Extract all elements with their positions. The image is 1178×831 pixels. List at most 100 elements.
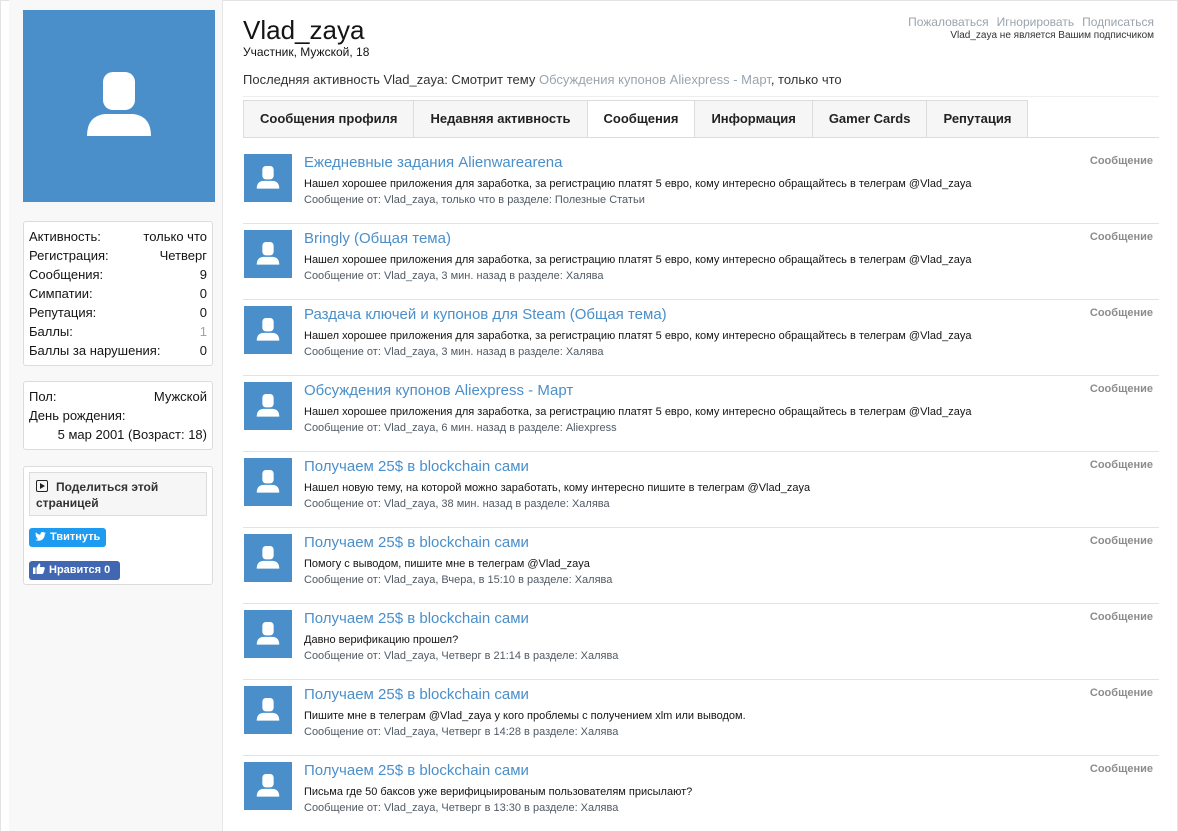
gender-row: Пол: Мужской bbox=[29, 387, 207, 406]
user-silhouette-icon bbox=[87, 72, 151, 136]
post-title[interactable]: Ежедневные задания Alienwarearena bbox=[304, 154, 562, 171]
post-list: Ежедневные задания Alienwarearena Нашел х… bbox=[243, 148, 1159, 831]
post-meta: Сообщение от: Vlad_zaya, Четверг в 13:30… bbox=[304, 802, 619, 814]
post-snippet: Нашел новую тему, на которой можно зараб… bbox=[304, 482, 811, 494]
divider bbox=[243, 96, 1159, 97]
post-title[interactable]: Получаем 25$ в blockchain сами bbox=[304, 610, 529, 627]
post-title[interactable]: Получаем 25$ в blockchain сами bbox=[304, 458, 529, 475]
follow-status: Vlad_zaya не является Вашим подписчиком bbox=[950, 30, 1154, 41]
birthday-value: 5 мар 2001 (Возраст: 18) bbox=[57, 427, 207, 442]
post-avatar[interactable] bbox=[244, 610, 292, 658]
profile-actions: Пожаловаться Игнорировать Подписаться Vlad… bbox=[900, 15, 1154, 41]
post-kind: Сообщение bbox=[1089, 459, 1153, 471]
profile-stats: Активность: только что Регистрация: Четверг… bbox=[23, 221, 213, 366]
post-item: Ежедневные задания Alienwarearena Нашел х… bbox=[243, 148, 1159, 224]
user-silhouette-icon bbox=[256, 622, 280, 645]
user-silhouette-icon bbox=[256, 394, 280, 417]
user-silhouette-icon bbox=[256, 470, 280, 493]
stat-row: Сообщения: 9 bbox=[29, 265, 207, 284]
stat-value[interactable]: 1 bbox=[200, 322, 207, 341]
post-avatar[interactable] bbox=[244, 230, 292, 278]
post-avatar[interactable] bbox=[244, 686, 292, 734]
post-snippet: Пишите мне в телеграм @Vlad_zaya у кого … bbox=[304, 710, 746, 722]
post-meta: Сообщение от: Vlad_zaya, Четверг в 14:28… bbox=[304, 726, 619, 738]
tweet-button[interactable]: Твитнуть bbox=[29, 528, 106, 547]
profile-tabs: Сообщения профиля Недавняя активность Сооб… bbox=[243, 100, 1029, 138]
post-kind: Сообщение bbox=[1089, 383, 1153, 395]
post-avatar[interactable] bbox=[244, 382, 292, 430]
user-silhouette-icon bbox=[256, 166, 280, 189]
post-item: Получаем 25$ в blockchain сами Нашел нову… bbox=[243, 452, 1159, 528]
activity-prefix: Последняя активность Vlad_zaya: Смотрит … bbox=[243, 72, 539, 87]
facebook-like-button[interactable]: Нравится 0 bbox=[29, 561, 120, 580]
user-silhouette-icon bbox=[256, 546, 280, 569]
post-meta: Сообщение от: Vlad_zaya, Четверг в 21:14… bbox=[304, 650, 619, 662]
thumbs-up-icon bbox=[33, 563, 45, 574]
post-kind: Сообщение bbox=[1089, 231, 1153, 243]
play-square-icon bbox=[36, 480, 48, 492]
post-snippet: Нашел хорошее приложения для заработка, … bbox=[304, 330, 972, 342]
like-label: Нравится 0 bbox=[49, 564, 111, 576]
stat-label: Баллы: bbox=[29, 324, 73, 339]
stat-label: Регистрация: bbox=[29, 248, 109, 263]
stat-label: Сообщения: bbox=[29, 267, 104, 282]
tweet-label: Твитнуть bbox=[50, 531, 101, 543]
stat-row: Активность: только что bbox=[29, 227, 207, 246]
post-kind: Сообщение bbox=[1089, 155, 1153, 167]
stat-value: 0 bbox=[199, 343, 207, 358]
tab-0[interactable]: Сообщения профиля bbox=[243, 100, 414, 138]
post-title[interactable]: Bringly (Общая тема) bbox=[304, 230, 451, 247]
post-kind: Сообщение bbox=[1089, 611, 1153, 623]
user-silhouette-icon bbox=[256, 698, 280, 721]
stat-label: Баллы за нарушения: bbox=[29, 343, 161, 358]
post-item: Раздача ключей и купонов для Steam (Обща… bbox=[243, 300, 1159, 376]
post-item: Получаем 25$ в blockchain сами Помогу с в… bbox=[243, 528, 1159, 604]
post-snippet: Нашел хорошее приложения для заработка, … bbox=[304, 254, 972, 266]
stat-row: Репутация: 0 bbox=[29, 303, 207, 322]
post-meta: Сообщение от: Vlad_zaya, 38 мин. назад в… bbox=[304, 498, 610, 510]
post-title[interactable]: Получаем 25$ в blockchain сами bbox=[304, 534, 529, 551]
stat-row: Баллы: 1 bbox=[29, 322, 207, 341]
profile-action-links: Пожаловаться Игнорировать Подписаться bbox=[900, 15, 1154, 29]
post-item: Получаем 25$ в blockchain сами Письма где… bbox=[243, 756, 1159, 831]
user-silhouette-icon bbox=[256, 318, 280, 341]
post-title[interactable]: Обсуждения купонов Aliexpress - Март bbox=[304, 382, 573, 399]
profile-action-link[interactable]: Пожаловаться bbox=[908, 15, 989, 29]
gender-label: Пол: bbox=[29, 389, 57, 404]
post-meta: Сообщение от: Vlad_zaya, 6 мин. назад в … bbox=[304, 422, 617, 434]
post-avatar[interactable] bbox=[244, 306, 292, 354]
post-snippet: Давно верификацию прошел? bbox=[304, 634, 459, 646]
activity-suffix: , только что bbox=[770, 72, 842, 87]
tab-3[interactable]: Информация bbox=[694, 100, 812, 138]
tab-2[interactable]: Сообщения bbox=[586, 100, 695, 138]
profile-action-link[interactable]: Подписаться bbox=[1082, 15, 1154, 29]
profile-username: Vlad_zaya bbox=[243, 15, 365, 45]
stat-row: Симпатии: 0 bbox=[29, 284, 207, 303]
post-snippet: Нашел хорошее приложения для заработка, … bbox=[304, 178, 972, 190]
stat-value: 0 bbox=[199, 305, 207, 320]
user-silhouette-icon bbox=[256, 774, 280, 797]
post-title[interactable]: Получаем 25$ в blockchain сами bbox=[304, 762, 529, 779]
stat-row: Баллы за нарушения: 0 bbox=[29, 341, 207, 360]
tabs-divider bbox=[243, 137, 1159, 138]
post-avatar[interactable] bbox=[244, 458, 292, 506]
post-title[interactable]: Получаем 25$ в blockchain сами bbox=[304, 686, 529, 703]
post-avatar[interactable] bbox=[244, 154, 292, 202]
post-meta: Сообщение от: Vlad_zaya, только что в ра… bbox=[304, 194, 645, 206]
tab-4[interactable]: Gamer Cards bbox=[811, 100, 927, 138]
profile-user-title: Участник, Мужской, 18 bbox=[243, 45, 370, 59]
profile-sidebar: Активность: только что Регистрация: Четверг… bbox=[9, 0, 223, 831]
activity-thread-link[interactable]: Обсуждения купонов Aliexpress - Март bbox=[539, 72, 771, 87]
post-avatar[interactable] bbox=[244, 762, 292, 810]
profile-avatar[interactable] bbox=[23, 10, 215, 202]
birthday-label: День рождения: bbox=[29, 408, 126, 423]
profile-action-link[interactable]: Игнорировать bbox=[997, 15, 1074, 29]
post-item: Bringly (Общая тема) Нашел хорошее прилож… bbox=[243, 224, 1159, 300]
gender-value: Мужской bbox=[153, 389, 207, 404]
tab-5[interactable]: Репутация bbox=[926, 100, 1029, 138]
post-avatar[interactable] bbox=[244, 534, 292, 582]
tab-1[interactable]: Недавняя активность bbox=[413, 100, 587, 138]
post-kind: Сообщение bbox=[1089, 535, 1153, 547]
post-item: Получаем 25$ в blockchain сами Пишите мне… bbox=[243, 680, 1159, 756]
post-title[interactable]: Раздача ключей и купонов для Steam (Обща… bbox=[304, 306, 667, 323]
